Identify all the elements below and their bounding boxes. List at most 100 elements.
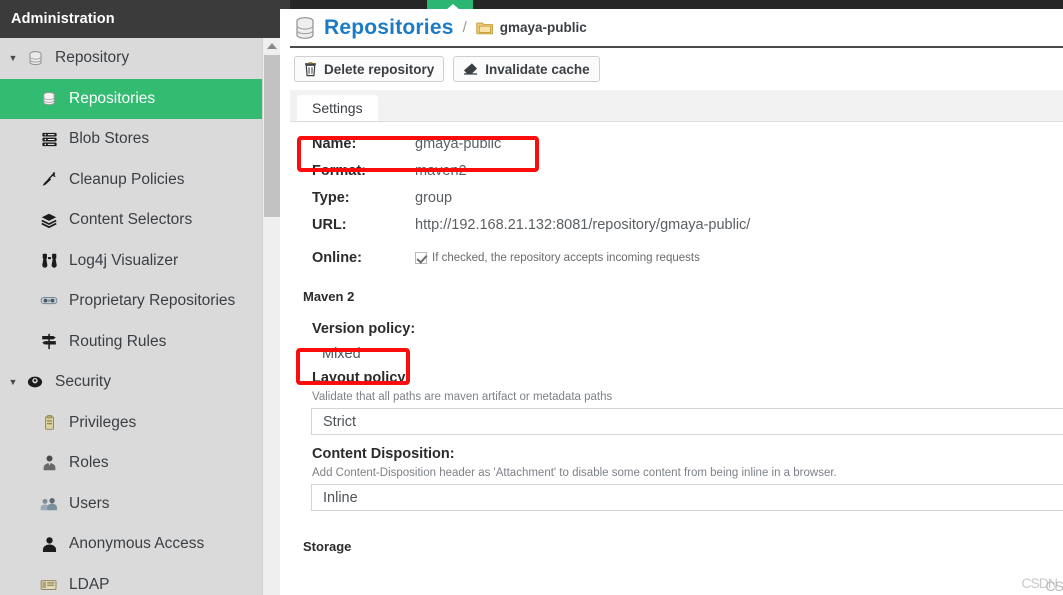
sidebar-scrollbar[interactable] xyxy=(262,38,280,595)
sidebar-item-cleanup-policies[interactable]: Cleanup Policies xyxy=(0,160,262,201)
signpost-icon xyxy=(36,332,62,352)
sidebar-item-label: Log4j Visualizer xyxy=(69,251,179,269)
eraser-icon xyxy=(463,62,478,76)
summary-row-online: Online: If checked, the repository accep… xyxy=(290,244,1063,271)
chevron-down-icon[interactable]: ▼ xyxy=(4,377,22,387)
sidebar-item-label: LDAP xyxy=(69,575,110,593)
field-key: Name: xyxy=(312,136,357,152)
users-icon xyxy=(36,494,62,514)
database-icon xyxy=(36,89,62,109)
sidebar-item-routing-rules[interactable]: Routing Rules xyxy=(0,322,262,363)
roles-icon xyxy=(36,453,62,473)
anonymous-user-icon xyxy=(36,534,62,554)
sidebar-item-users[interactable]: Users xyxy=(0,484,262,525)
field-value: group xyxy=(415,190,453,206)
layout-policy-value: Strict xyxy=(323,413,357,430)
sidebar-item-label: Privileges xyxy=(69,413,137,431)
binoculars-icon xyxy=(36,251,62,271)
admin-sidebar: Administration ▼ Repository Repositories… xyxy=(0,0,290,595)
sidebar-item-label: Security xyxy=(55,373,111,391)
online-checkbox[interactable] xyxy=(415,251,427,264)
sidebar-nav-list: ▼ Repository Repositories Blob Stores Cl… xyxy=(0,38,262,595)
sidebar-item-ldap[interactable]: LDAP xyxy=(0,565,262,595)
security-shield-icon xyxy=(22,372,48,392)
layout-policy-help: Validate that all paths are maven artifa… xyxy=(312,391,613,403)
sidebar-item-label: Content Selectors xyxy=(69,211,193,229)
sidebar-item-anonymous-access[interactable]: Anonymous Access xyxy=(0,524,262,565)
field-key: Type: xyxy=(312,190,350,206)
delete-repository-button[interactable]: Delete repository xyxy=(294,56,445,82)
version-policy-label: Version policy: xyxy=(312,321,416,337)
top-strip xyxy=(290,0,1063,10)
field-key: Online: xyxy=(312,249,362,266)
sidebar-item-content-selectors[interactable]: Content Selectors xyxy=(0,200,262,241)
breadcrumb-root-link[interactable]: Repositories xyxy=(324,16,454,40)
sidebar-item-label: Cleanup Policies xyxy=(69,170,185,188)
breadcrumb-current-label: gmaya-public xyxy=(499,20,587,35)
tab-settings[interactable]: Settings xyxy=(297,95,378,121)
broom-icon xyxy=(36,170,62,190)
field-key: URL: xyxy=(312,217,347,233)
chevron-down-icon[interactable]: ▼ xyxy=(4,53,22,63)
breadcrumb-separator: / xyxy=(462,19,467,36)
storage-section-title: Storage xyxy=(303,539,352,554)
sidebar-item-blob-stores[interactable]: Blob Stores xyxy=(0,119,262,160)
tab-bar: Settings xyxy=(290,90,1063,122)
watermark-text-b: CSDN @悦老师 xyxy=(1045,578,1063,594)
summary-row-url: URL: http://192.168.21.132:8081/reposito… xyxy=(290,217,1063,244)
field-value: maven2 xyxy=(415,163,467,179)
watermark: CSDN CSDN @悦老师 xyxy=(1021,575,1063,594)
scrollbar-thumb[interactable] xyxy=(264,55,280,217)
blob-store-icon xyxy=(36,129,62,149)
content-disposition-help: Add Content-Disposition header as 'Attac… xyxy=(312,467,837,479)
trash-icon xyxy=(304,61,317,77)
version-policy-select[interactable]: Mixed xyxy=(311,340,425,367)
scroll-up-arrow-icon[interactable] xyxy=(263,38,280,54)
ldap-icon xyxy=(36,575,62,595)
repository-toolbar: Delete repository Invalidate cache xyxy=(290,48,1063,90)
sidebar-gutter xyxy=(280,9,290,595)
settings-form: Name: gmaya-public Format: maven2 Type: … xyxy=(290,124,1063,595)
content-disposition-select[interactable]: Inline xyxy=(311,484,1063,511)
active-tab-marker xyxy=(427,0,473,10)
invalidate-cache-button[interactable]: Invalidate cache xyxy=(453,56,600,82)
content-disposition-value: Inline xyxy=(323,489,358,506)
layers-icon xyxy=(36,210,62,230)
tab-settings-label: Settings xyxy=(312,100,363,116)
sidebar-item-label: Blob Stores xyxy=(69,130,150,148)
content-disposition-label: Content Disposition: xyxy=(312,446,455,462)
version-policy-value: Mixed xyxy=(322,345,361,362)
online-help-text: If checked, the repository accepts incom… xyxy=(432,251,700,264)
sidebar-item-proprietary-repositories[interactable]: Proprietary Repositories xyxy=(0,281,262,322)
sidebar-item-label: Routing Rules xyxy=(69,332,167,350)
sidebar-item-repository[interactable]: ▼ Repository xyxy=(0,38,262,79)
layout-policy-select[interactable]: Strict xyxy=(311,408,1063,435)
invalidate-cache-label: Invalidate cache xyxy=(485,61,590,77)
sidebar-header: Administration xyxy=(0,0,290,38)
breadcrumb: Repositories / gmaya-public xyxy=(290,9,1063,48)
sidebar-item-label: Roles xyxy=(69,454,109,472)
goggles-icon xyxy=(36,291,62,311)
summary-row-type: Type: group xyxy=(290,190,1063,217)
maven-section-title: Maven 2 xyxy=(303,289,355,304)
database-icon xyxy=(22,48,48,68)
sidebar-item-security[interactable]: ▼ Security xyxy=(0,362,262,403)
layout-policy-label: Layout policy: xyxy=(312,370,411,386)
sidebar-item-roles[interactable]: Roles xyxy=(0,443,262,484)
sidebar-item-log4j-visualizer[interactable]: Log4j Visualizer xyxy=(0,241,262,282)
field-value: gmaya-public xyxy=(415,136,502,152)
sidebar-title: Administration xyxy=(11,11,115,27)
nexus-repository-admin-screen: Administration ▼ Repository Repositories… xyxy=(0,0,1063,595)
sidebar-item-label: Repositories xyxy=(69,89,156,107)
main-content: Repositories / gmaya-public Delete repos… xyxy=(290,9,1063,595)
folder-icon xyxy=(476,20,493,35)
database-icon xyxy=(294,15,316,41)
sidebar-item-repositories[interactable]: Repositories xyxy=(0,78,262,119)
summary-row-format: Format: maven2 xyxy=(290,163,1063,190)
field-key: Format: xyxy=(312,163,366,179)
sidebar-item-privileges[interactable]: Privileges xyxy=(0,403,262,444)
field-value: http://192.168.21.132:8081/repository/gm… xyxy=(415,217,751,233)
sidebar-item-label: Repository xyxy=(55,49,130,67)
delete-repository-label: Delete repository xyxy=(324,61,435,77)
privileges-icon xyxy=(36,413,62,433)
